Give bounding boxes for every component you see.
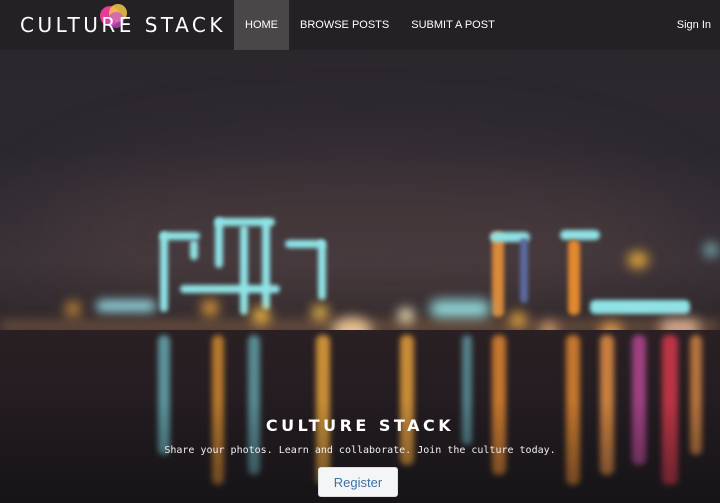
brand-logo[interactable]: CULTURE STACK: [0, 0, 234, 50]
nav-browse-posts[interactable]: BROWSE POSTS: [289, 0, 400, 50]
nav-links: HOME BROWSE POSTS SUBMIT A POST: [234, 0, 506, 50]
nav-submit-post[interactable]: SUBMIT A POST: [400, 0, 506, 50]
sign-in-link[interactable]: Sign In: [677, 0, 720, 50]
top-navbar: CULTURE STACK HOME BROWSE POSTS SUBMIT A…: [0, 0, 720, 50]
hero-subtitle: Share your photos. Learn and collaborate…: [164, 445, 556, 456]
hero-title: CULTURE STACK: [265, 416, 455, 435]
brand-name: CULTURE STACK: [20, 13, 227, 37]
nav-home[interactable]: HOME: [234, 0, 289, 50]
register-button[interactable]: Register: [318, 467, 398, 497]
